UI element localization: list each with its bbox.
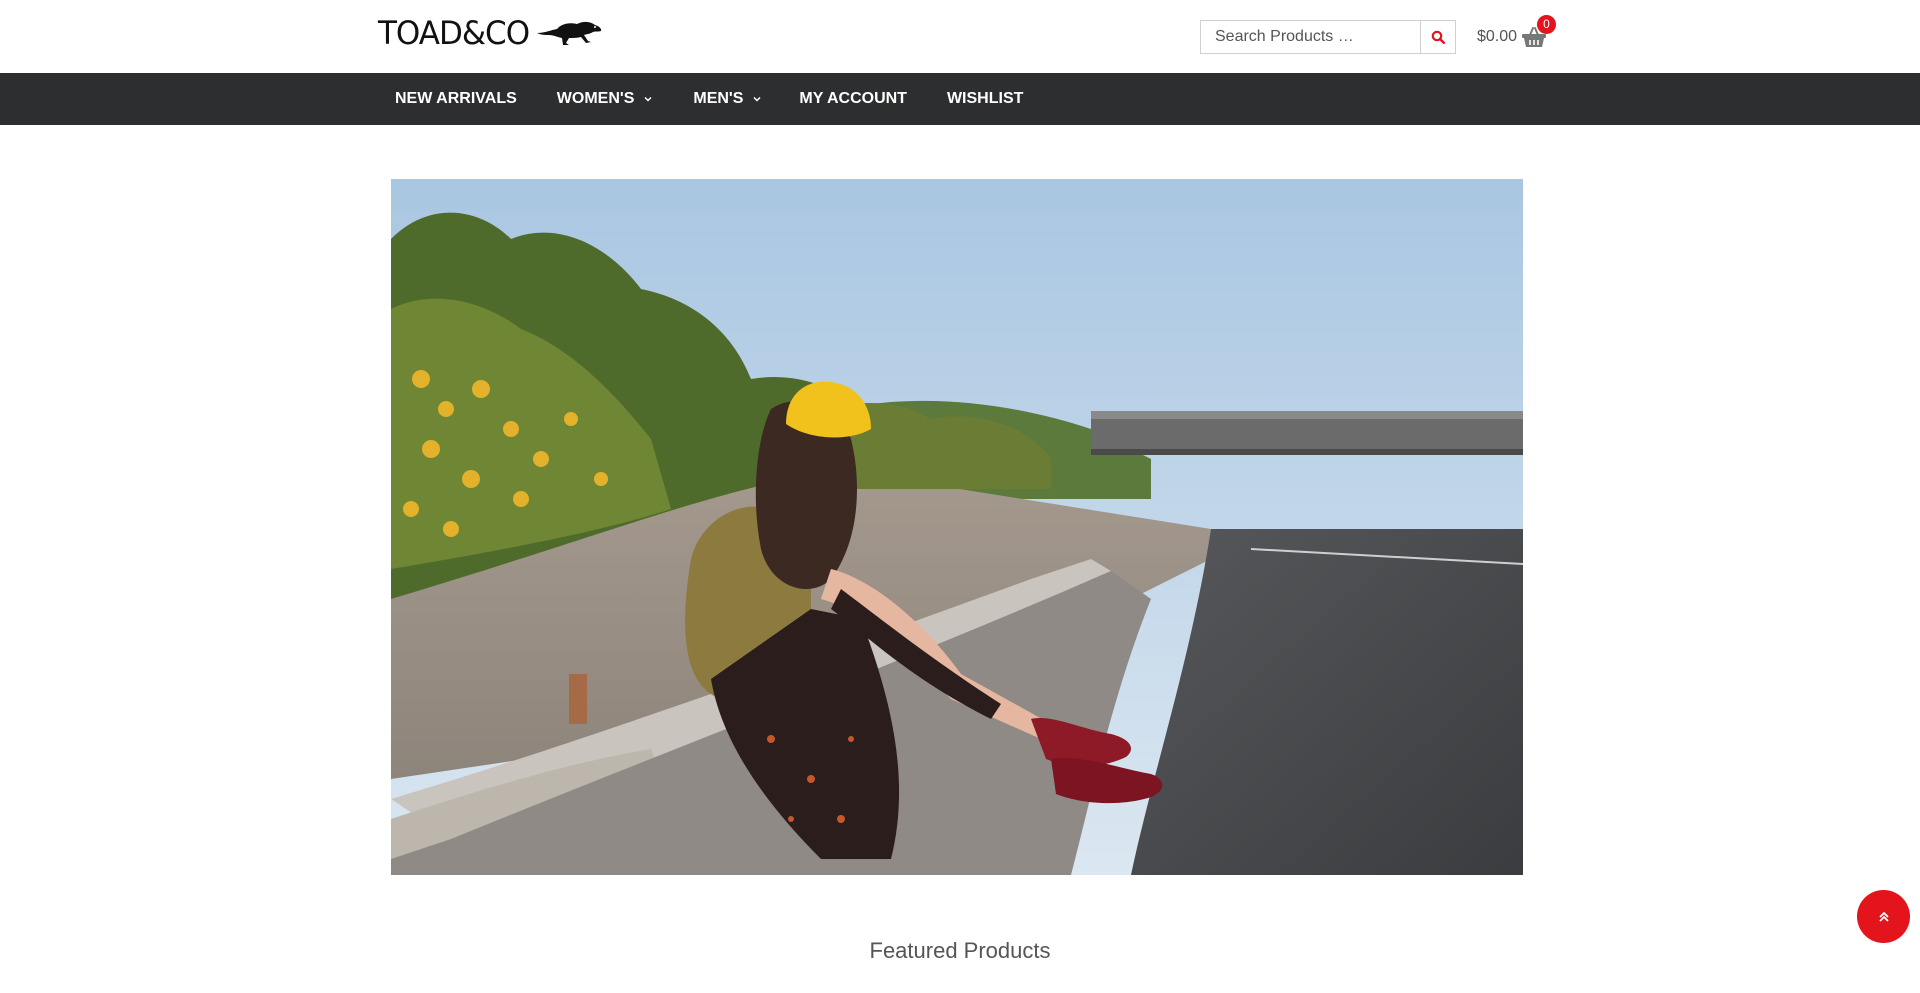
nav-item-label: MEN'S (693, 90, 744, 107)
nav-item-wishlist[interactable]: WISHLIST (924, 73, 1040, 125)
search-form (1200, 20, 1456, 54)
featured-products-heading: Featured Products (869, 938, 1051, 963)
nav-menu: NEW ARRIVALS WOMEN'S MEN'S MY ACCOUNT WI… (378, 73, 1040, 125)
main-navigation: NEW ARRIVALS WOMEN'S MEN'S MY ACCOUNT WI… (0, 73, 1920, 125)
hero-banner-image (391, 179, 1523, 875)
nav-item-new-arrivals[interactable]: NEW ARRIVALS (378, 73, 534, 125)
nav-item-label: NEW ARRIVALS (395, 90, 517, 107)
site-logo[interactable]: TOAD&CO (378, 14, 603, 54)
double-chevron-up-icon (1878, 911, 1889, 922)
scroll-to-top-button[interactable] (1857, 890, 1910, 943)
search-button[interactable] (1420, 20, 1456, 54)
logo-text: TOAD&CO (378, 15, 530, 53)
search-icon (1431, 30, 1445, 44)
cart-total: $0.00 (1477, 28, 1518, 45)
nav-item-label: WOMEN'S (556, 90, 635, 107)
cart-count-badge: 0 (1537, 15, 1556, 34)
chevron-down-icon (644, 96, 652, 102)
nav-item-label: WISHLIST (946, 90, 1024, 107)
nav-item-mens[interactable]: MEN'S (670, 73, 779, 125)
cart-link[interactable]: $0.00 (1477, 26, 1547, 48)
nav-item-label: MY ACCOUNT (799, 90, 907, 107)
nav-item-my-account[interactable]: MY ACCOUNT (779, 73, 924, 125)
site-header: TOAD&CO $0.00 0 (0, 0, 1920, 73)
lizard-logo-icon (537, 21, 602, 45)
chevron-down-icon (753, 96, 761, 102)
hero-photo (391, 179, 1523, 875)
nav-item-womens[interactable]: WOMEN'S (534, 73, 671, 125)
search-input[interactable] (1200, 20, 1420, 54)
